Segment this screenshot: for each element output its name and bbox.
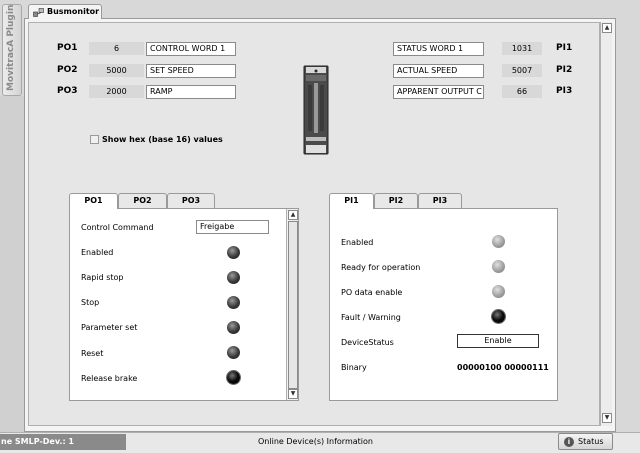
tab-pi1[interactable]: PI1 bbox=[329, 193, 374, 209]
po1-label: PO1 bbox=[57, 43, 78, 53]
control-command-field[interactable]: Freigabe bbox=[196, 220, 269, 234]
po-scroll-up-icon[interactable]: ▲ bbox=[288, 210, 298, 220]
po2-value: 5000 bbox=[89, 64, 144, 77]
pi3-label: PI3 bbox=[556, 86, 573, 96]
po-row-label: Rapid stop bbox=[81, 273, 124, 282]
busmonitor-icon bbox=[33, 8, 44, 17]
show-hex-label: Show hex (base 16) values bbox=[102, 135, 223, 144]
device-status-label: DeviceStatus bbox=[341, 338, 394, 347]
main-scroll-up-icon[interactable]: ▲ bbox=[602, 23, 612, 33]
tab-po3[interactable]: PO3 bbox=[167, 193, 215, 208]
info-icon: i bbox=[564, 437, 574, 447]
po-parameter-set-led-icon bbox=[227, 321, 240, 334]
po-row-label: Enabled bbox=[81, 248, 114, 257]
device-status-value: Enable bbox=[457, 334, 539, 348]
po1-value: 6 bbox=[89, 42, 144, 55]
tab-po2[interactable]: PO2 bbox=[118, 193, 167, 208]
tab-busmonitor-label: Busmonitor bbox=[47, 7, 100, 16]
pi-fault-warning-led-icon bbox=[492, 310, 505, 323]
po-row-label: Parameter set bbox=[81, 323, 138, 332]
pi-row-label: Enabled bbox=[341, 238, 374, 247]
show-hex-checkbox[interactable] bbox=[90, 135, 99, 144]
po-scroll-down-icon[interactable]: ▼ bbox=[288, 389, 298, 399]
po-panel-scrollbar[interactable]: ▲ ▼ bbox=[286, 209, 298, 400]
po-row-label: Reset bbox=[81, 349, 104, 358]
main-scrollbar[interactable]: ▲ ▼ bbox=[600, 22, 612, 426]
po3-value: 2000 bbox=[89, 85, 144, 98]
status-button-label: Status bbox=[578, 437, 604, 446]
pi-detail-panel bbox=[329, 208, 558, 401]
status-device-count: ne SMLP-Dev.: 1 bbox=[0, 434, 126, 450]
pi2-value: 5007 bbox=[502, 64, 542, 77]
pi-row-label: PO data enable bbox=[341, 288, 403, 297]
movitrac-plugin-label: MovitracA Plugin bbox=[6, 4, 16, 91]
po2-label: PO2 bbox=[57, 65, 78, 75]
pi-ready-led-icon bbox=[492, 260, 505, 273]
tab-po1[interactable]: PO1 bbox=[69, 193, 118, 209]
pi2-label: PI2 bbox=[556, 65, 573, 75]
main-scroll-down-icon[interactable]: ▼ bbox=[602, 413, 612, 423]
pi1-value: 1031 bbox=[502, 42, 542, 55]
pi-po-data-enable-led-icon bbox=[492, 285, 505, 298]
binary-value: 00000100 00000111 bbox=[457, 363, 549, 372]
po-reset-led-icon bbox=[227, 346, 240, 359]
status-center-text: Online Device(s) Information bbox=[258, 437, 373, 446]
po3-name: RAMP bbox=[146, 85, 236, 99]
po-stop-led-icon bbox=[227, 296, 240, 309]
po-scroll-thumb[interactable] bbox=[288, 221, 298, 389]
po-rapid-stop-led-icon bbox=[227, 271, 240, 284]
po-detail-panel bbox=[69, 208, 299, 401]
tab-pi3[interactable]: PI3 bbox=[418, 193, 462, 208]
drive-device-image bbox=[303, 65, 329, 155]
po-enabled-led-icon bbox=[227, 246, 240, 259]
pi3-value: 66 bbox=[502, 85, 542, 98]
po-row-label: Release brake bbox=[81, 374, 138, 383]
pi2-name: ACTUAL SPEED bbox=[393, 64, 484, 78]
pi-row-label: Ready for operation bbox=[341, 263, 421, 272]
movitrac-plugin-tab[interactable]: MovitracA Plugin bbox=[2, 4, 22, 96]
control-command-label: Control Command bbox=[81, 223, 154, 232]
status-button[interactable]: i Status bbox=[558, 433, 613, 450]
pi1-label: PI1 bbox=[556, 43, 573, 53]
pi3-name: APPARENT OUTPUT C bbox=[393, 85, 484, 99]
tab-pi2[interactable]: PI2 bbox=[374, 193, 418, 208]
po3-label: PO3 bbox=[57, 86, 78, 96]
pi1-name: STATUS WORD 1 bbox=[393, 42, 484, 56]
binary-label: Binary bbox=[341, 363, 367, 372]
po1-name: CONTROL WORD 1 bbox=[146, 42, 236, 56]
pi-enabled-led-icon bbox=[492, 235, 505, 248]
left-gutter bbox=[0, 96, 24, 432]
tab-busmonitor[interactable]: Busmonitor bbox=[28, 4, 102, 19]
po-release-brake-led-icon bbox=[227, 371, 240, 384]
po-row-label: Stop bbox=[81, 298, 100, 307]
po2-name: SET SPEED bbox=[146, 64, 236, 78]
pi-row-label: Fault / Warning bbox=[341, 313, 401, 322]
